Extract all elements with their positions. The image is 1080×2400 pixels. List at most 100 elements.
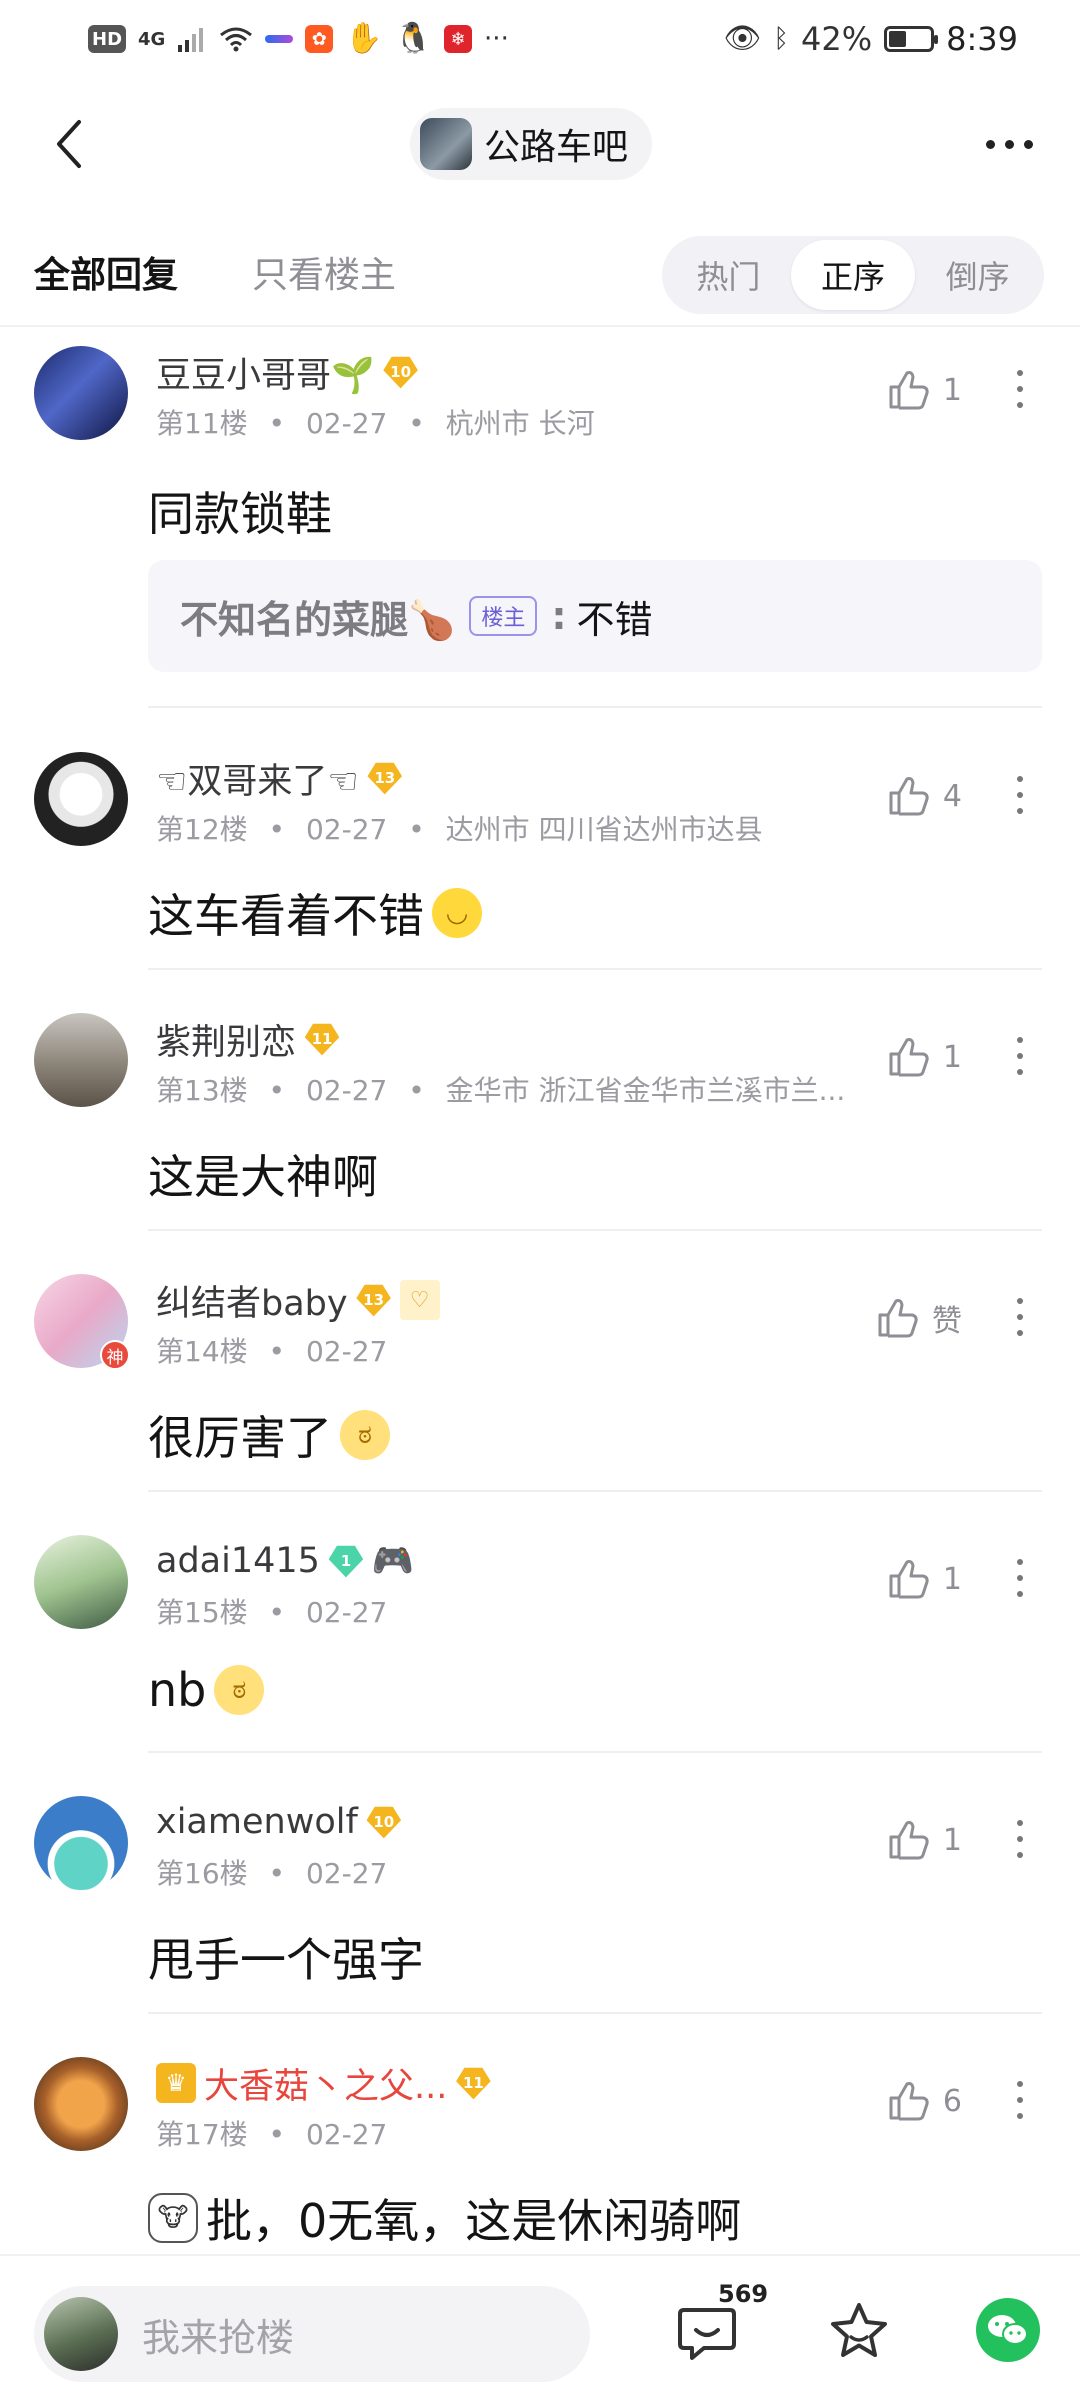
forum-pill[interactable]: 公路车吧 <box>410 108 653 180</box>
level-badge: 13 <box>367 762 403 795</box>
battery-icon <box>884 26 939 52</box>
tab-all-replies[interactable]: 全部回复 <box>34 246 178 298</box>
reply-item[interactable]: 神 纠结者baby 13 ♡ 第14楼 • 02-27 赞 很厉害了 ಠ <box>0 1256 1080 1492</box>
crown-icon: ♛ <box>156 2063 196 2103</box>
reply-meta: 第12楼 • 02-27 • 达州市 四川省达州市达县 <box>156 808 763 848</box>
username[interactable]: 豆豆小哥哥🌱 <box>156 347 375 398</box>
heart-badge-icon: ♡ <box>399 1280 440 1320</box>
reply-location: 杭州市 长河 <box>445 407 595 440</box>
reply-content: 这车看着不错 <box>148 889 424 943</box>
avatar[interactable]: 神 <box>34 1274 130 1370</box>
my-avatar <box>44 2297 118 2371</box>
reply-item[interactable]: 紫荆别恋 11 第13楼 • 02-27 • 金华市 浙江省金华市兰溪市兰...… <box>0 995 1080 1231</box>
reply-content: 批，0无氧，这是休闲骑啊 <box>206 2194 742 2248</box>
reply-input[interactable]: 我来抢楼 <box>34 2286 590 2382</box>
sort-ascending[interactable]: 正序 <box>790 240 916 310</box>
like-button[interactable]: 1 <box>885 360 962 420</box>
sort-toggle: 热门 正序 倒序 <box>662 236 1044 314</box>
like-button[interactable]: 1 <box>885 1810 962 1870</box>
username[interactable]: 纠结者baby <box>156 1275 348 1326</box>
like-button[interactable]: 1 <box>885 1027 962 1087</box>
reply-more-button[interactable] <box>1010 1814 1030 1864</box>
reply-more-button[interactable] <box>1010 1292 1030 1342</box>
like-button[interactable]: 6 <box>885 2071 962 2131</box>
level-badge: 11 <box>304 1023 340 1056</box>
reply-item[interactable]: ♛ 大香菇丶之父... 11 第17楼 • 02-27 6 🐮 批，0无氧，这是… <box>0 2039 1080 2254</box>
reply-location: 金华市 浙江省金华市兰溪市兰... <box>445 1074 846 1107</box>
thinking-emoji-icon: ಠ <box>340 1410 390 1460</box>
username[interactable]: adai1415 <box>156 1541 320 1581</box>
sub-reply[interactable]: 不知名的菜腿🍗 楼主 : 不错 <box>148 560 1042 672</box>
reply-item[interactable]: adai1415 1 🎮 第15楼 • 02-27 1 nb ಠ <box>0 1517 1080 1753</box>
reply-input-placeholder: 我来抢楼 <box>142 2315 295 2360</box>
reply-content: 这是大神啊 <box>148 1150 378 1204</box>
reply-content: 很厉害了 <box>148 1411 332 1465</box>
reply-divider <box>148 2012 1042 2014</box>
name-row: 纠结者baby 13 ♡ <box>156 1276 440 1324</box>
reply-divider <box>148 1751 1042 1753</box>
sub-reply-author[interactable]: 不知名的菜腿🍗 <box>180 589 455 644</box>
username[interactable]: xiamenwolf <box>156 1802 358 1842</box>
avatar[interactable] <box>34 1013 128 1107</box>
wechat-share-button[interactable] <box>976 2298 1040 2362</box>
more-options-button[interactable] <box>976 120 1042 168</box>
floor-label: 第15楼 <box>156 1596 248 1629</box>
reply-item[interactable]: ☜双哥来了☜ 13 第12楼 • 02-27 • 达州市 四川省达州市达县 4 … <box>0 734 1080 970</box>
reply-more-button[interactable] <box>1010 1031 1030 1081</box>
like-button[interactable]: 1 <box>885 1549 962 1609</box>
reply-more-button[interactable] <box>1010 364 1030 414</box>
level-badge: 13 <box>356 1284 391 1317</box>
gamepad-badge-icon: 🎮 <box>371 1541 415 1581</box>
network-label: 4G <box>138 28 166 50</box>
status-bar: HD 4G ✿ ✋ 🐧 ❄ ··· 👁 ᛒ 42% 8:39 <box>0 0 1080 78</box>
username[interactable]: 大香菇丶之父... <box>204 2058 447 2109</box>
like-button[interactable]: 4 <box>885 766 962 826</box>
avatar[interactable] <box>34 752 128 846</box>
like-count: 4 <box>942 778 962 814</box>
meta-separator: • <box>408 813 425 846</box>
avatar[interactable] <box>34 1535 128 1629</box>
avatar[interactable] <box>34 346 128 440</box>
reply-content: 甩手一个强字 <box>148 1933 424 1987</box>
meta-separator: • <box>268 407 286 440</box>
eye-icon: 👁 <box>723 21 762 56</box>
name-row: adai1415 1 🎮 <box>156 1537 414 1585</box>
top-bar: 公路车吧 <box>0 100 1080 188</box>
reply-more-button[interactable] <box>1010 1553 1030 1603</box>
reply-item[interactable]: 豆豆小哥哥🌱 10 第11楼 • 02-27 • 杭州市 长河 1 同款锁鞋 不… <box>0 328 1080 708</box>
reply-more-button[interactable] <box>1010 2075 1030 2125</box>
reply-content-row: nb ಠ <box>148 1663 265 1717</box>
reply-item[interactable]: xiamenwolf 10 第16楼 • 02-27 1 甩手一个强字 <box>0 1778 1080 2014</box>
back-button[interactable] <box>38 112 98 176</box>
reply-date: 02-27 <box>305 1857 388 1890</box>
username[interactable]: 紫荆别恋 <box>156 1014 296 1065</box>
level-badge: 1 <box>328 1545 364 1578</box>
floor-label: 第12楼 <box>156 813 248 846</box>
reply-divider <box>148 706 1042 708</box>
sort-hot[interactable]: 热门 <box>666 240 791 310</box>
like-count: 1 <box>942 1561 962 1597</box>
tab-op-only[interactable]: 只看楼主 <box>252 246 396 298</box>
bottom-action-bar: 我来抢楼 569 <box>0 2254 1080 2400</box>
status-right: 👁 ᛒ 42% 8:39 <box>723 20 1018 58</box>
sub-reply-colon: : <box>551 594 567 638</box>
like-button[interactable]: 赞 <box>874 1288 962 1348</box>
favorite-button[interactable] <box>824 2296 894 2366</box>
thinking-emoji-icon: ಠ <box>214 1665 265 1715</box>
username[interactable]: ☜双哥来了☜ <box>156 753 359 804</box>
battery-percent: 42% <box>801 20 873 58</box>
cow-emoji-icon: 🐮 <box>148 2193 198 2243</box>
dot-icon <box>1023 139 1033 149</box>
meta-separator: • <box>408 1074 425 1107</box>
meta-separator: • <box>268 1857 286 1890</box>
thumbs-up-icon <box>889 1038 929 1077</box>
avatar[interactable] <box>34 2057 128 2151</box>
reply-content-row: 🐮 批，0无氧，这是休闲骑啊 <box>148 2185 741 2251</box>
wifi-icon <box>220 27 253 52</box>
sort-descending[interactable]: 倒序 <box>915 240 1040 310</box>
reply-more-button[interactable] <box>1010 770 1030 820</box>
smile-emoji-icon: ◡ <box>432 888 482 938</box>
reply-meta: 第16楼 • 02-27 <box>156 1852 387 1892</box>
thumbs-up-icon <box>878 1299 918 1338</box>
avatar[interactable] <box>34 1796 128 1890</box>
